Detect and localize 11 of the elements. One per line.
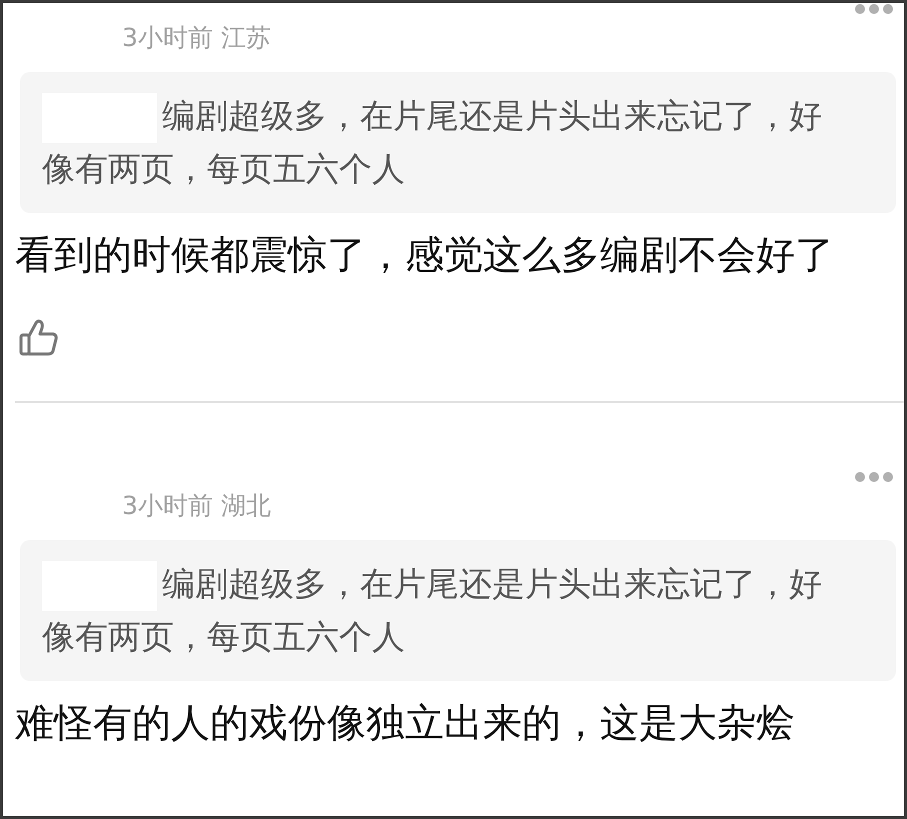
thumbs-up-icon[interactable] <box>19 318 59 357</box>
comment-time: 3小时前 <box>122 24 213 52</box>
more-options-icon[interactable] <box>854 3 894 15</box>
comment-text: 看到的时候都震惊了，感觉这么多编剧不会好了 <box>15 232 835 280</box>
comment-location: 江苏 <box>220 24 271 52</box>
more-options-icon[interactable] <box>854 470 894 483</box>
comment-text: 难怪有的人的戏份像独立出来的，这是大杂烩 <box>15 700 796 748</box>
quoted-reply: 编剧超级多，在片尾还是片头出来忘记了，好像有两页，每页五六个人 <box>20 72 896 213</box>
comment-time: 3小时前 <box>122 492 213 520</box>
quoted-reply: 编剧超级多，在片尾还是片头出来忘记了，好像有两页，每页五六个人 <box>20 540 896 681</box>
comment-location: 湖北 <box>220 492 271 520</box>
